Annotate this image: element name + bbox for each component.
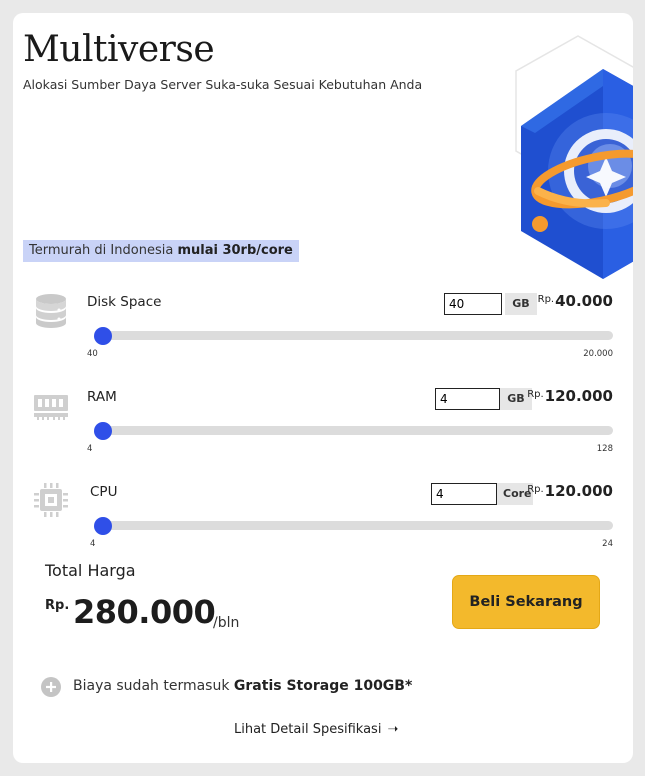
disk-space-slider-thumb[interactable] [94,327,112,345]
cpu-icon [34,483,68,517]
product-title: Multiverse [23,29,215,70]
note-highlight: Gratis Storage 100GB* [233,678,413,694]
note-prefix: Biaya sudah termasuk [73,678,234,694]
arrow-right-icon: ➝ [387,722,399,737]
database-icon [36,294,66,328]
planet-hexagon-illustration [515,35,633,279]
ram-price-value: 120.000 [544,387,613,405]
cpu-slider[interactable] [94,517,613,535]
total-price-value: 280.000 [73,593,216,631]
disk-space-price: Rp.40.000 [538,292,613,310]
ram-row: RAM GB Rp.120.000 4 128 [13,385,633,465]
cpu-currency: Rp. [527,484,544,495]
pricing-card: Multiverse Alokasi Sumber Daya Server Su… [13,13,633,763]
disk-space-currency: Rp. [537,294,555,305]
ram-max: 128 [596,444,613,454]
detail-link-label: Lihat Detail Spesifikasi [234,722,382,737]
buy-now-button[interactable]: Beli Sekarang [452,575,600,629]
ram-currency: Rp. [527,389,544,400]
disk-space-max: 20.000 [583,349,613,359]
cpu-price-value: 120.000 [544,482,613,500]
ram-price: Rp.120.000 [527,387,613,405]
disk-space-row: Disk Space GB Rp.40.000 40 20.000 [13,290,633,370]
promo-badge: Termurah di Indonesia mulai 30rb/core [23,240,299,262]
disk-space-min: 40 [87,349,98,359]
cpu-label: CPU [90,484,118,500]
ram-label: RAM [87,389,117,405]
disk-space-input[interactable] [444,293,502,315]
total-currency: Rp. [45,598,70,613]
cpu-row: CPU Core Rp.120.000 4 24 [13,480,633,560]
ram-slider[interactable] [94,422,613,440]
promo-text: Termurah di Indonesia [29,243,178,258]
note-text: Biaya sudah termasuk Gratis Storage 100G… [73,678,412,694]
cpu-price: Rp.120.000 [527,482,613,500]
memory-icon [34,395,68,420]
disk-space-price-value: 40.000 [555,292,613,310]
plus-circle-icon [41,677,61,697]
total-price-label: Total Harga [45,561,136,580]
cpu-min: 4 [90,539,96,549]
ram-slider-thumb[interactable] [94,422,112,440]
ram-min: 4 [87,444,93,454]
disk-space-unit: GB [505,293,537,315]
view-spec-details-link[interactable]: Lihat Detail Spesifikasi ➝ [234,722,398,737]
cpu-input[interactable] [431,483,497,505]
cpu-slider-thumb[interactable] [94,517,112,535]
total-period: /bln [213,615,240,631]
ram-input[interactable] [435,388,500,410]
promo-highlight: mulai 30rb/core [177,243,293,258]
disk-space-slider[interactable] [94,327,613,345]
product-subtitle: Alokasi Sumber Daya Server Suka-suka Ses… [23,77,423,92]
disk-space-label: Disk Space [87,294,162,310]
cpu-max: 24 [602,539,613,549]
